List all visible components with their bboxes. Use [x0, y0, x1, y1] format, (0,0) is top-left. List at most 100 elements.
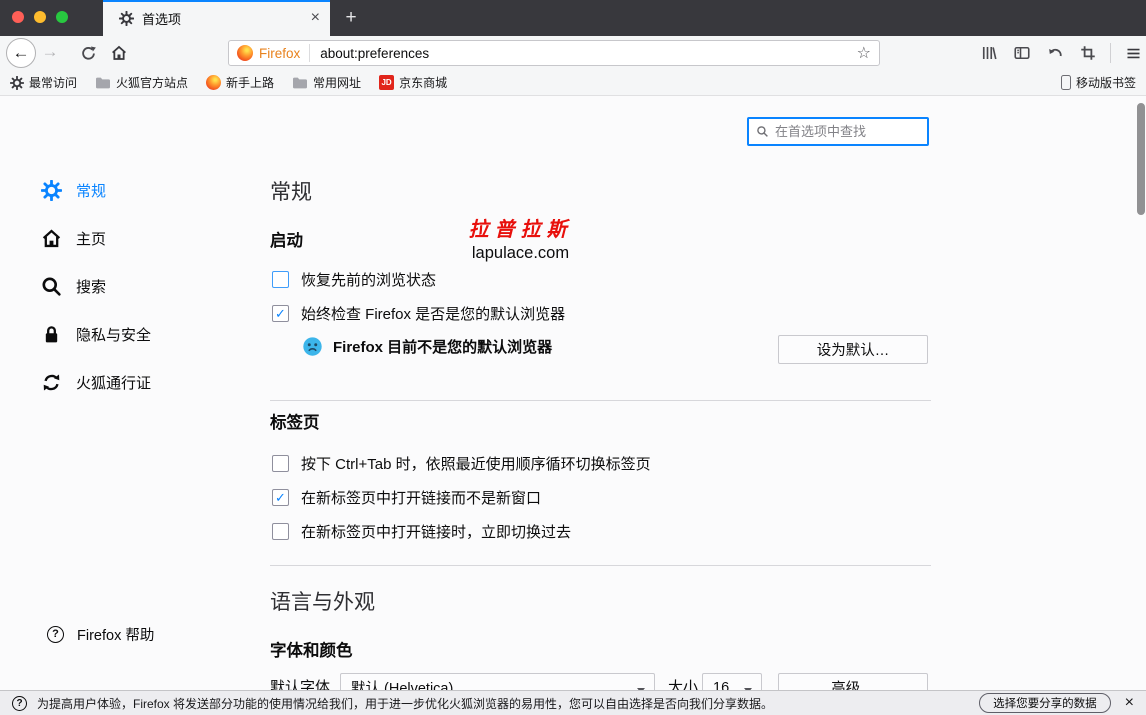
set-default-button[interactable]: 设为默认…: [778, 335, 928, 364]
watermark: 拉普拉斯 lapulace.com: [438, 213, 603, 263]
gear-icon: [10, 76, 24, 90]
screenshot-crop-icon[interactable]: [1077, 42, 1099, 64]
font-size-label: 大小: [668, 673, 698, 690]
checkbox-row-switch-to-new-tab[interactable]: 在新标签页中打开链接时，立即切换过去: [272, 521, 571, 541]
checkbox-row-open-links-in-tabs[interactable]: ✓ 在新标签页中打开链接而不是新窗口: [272, 487, 541, 507]
navigation-toolbar: ← → Firefox about:preferences ☆: [0, 36, 1146, 70]
new-tab-button[interactable]: +: [338, 6, 364, 30]
telemetry-notification-bar: ? 为提高用户体验，Firefox 将发送部分功能的使用情况给我们，用于进一步优…: [0, 690, 1146, 715]
phone-icon: [1061, 75, 1071, 90]
default-browser-text: Firefox 目前不是您的默认浏览器: [333, 336, 552, 357]
forward-button: →: [40, 42, 60, 62]
search-input[interactable]: [775, 124, 951, 139]
bookmark-label: 移动版书签: [1076, 74, 1136, 91]
checkbox-label: 始终检查 Firefox 是否是您的默认浏览器: [301, 303, 565, 324]
sync-icon: [40, 371, 62, 393]
checkbox-unchecked[interactable]: [272, 523, 289, 540]
checkbox-unchecked[interactable]: [272, 271, 289, 288]
bookmark-most-visited[interactable]: 最常访问: [10, 74, 77, 91]
choose-shared-data-button[interactable]: 选择您要分享的数据: [979, 693, 1111, 713]
sidebar-item-label: 搜索: [76, 276, 106, 297]
lock-icon: [40, 323, 62, 345]
browser-window: 首选项 × + ← → Firefox about:preferences: [0, 0, 1146, 715]
tab-close-icon[interactable]: ×: [311, 10, 320, 26]
toolbar-separator: [1110, 43, 1111, 63]
default-font-label: 默认字体: [270, 673, 330, 690]
firefox-logo-icon: [206, 75, 221, 90]
url-bar[interactable]: Firefox about:preferences ☆: [228, 40, 880, 66]
bookmark-label: 新手上路: [226, 74, 274, 91]
close-icon[interactable]: ×: [1125, 695, 1134, 711]
sidebar-item-firefox-account[interactable]: 火狐通行证: [40, 368, 151, 396]
sidebar-item-privacy-security[interactable]: 隐私与安全: [40, 320, 151, 348]
tab-bar: 首选项 × +: [0, 0, 1146, 36]
preferences-search[interactable]: [747, 117, 929, 146]
reload-icon[interactable]: [77, 42, 99, 64]
checkbox-label: 在新标签页中打开链接时，立即切换过去: [301, 521, 571, 542]
sidebar-item-label: 主页: [76, 228, 106, 249]
section-divider: [270, 565, 931, 566]
page-title: 常规: [270, 176, 312, 206]
home-icon: [40, 227, 62, 249]
macos-close-button[interactable]: [12, 11, 24, 23]
section-title-tabs: 标签页: [270, 409, 320, 433]
sidebar-item-firefox-help[interactable]: ? Firefox 帮助: [47, 620, 154, 648]
checkbox-unchecked[interactable]: [272, 455, 289, 472]
gear-icon: [119, 11, 134, 26]
watermark-url-text: lapulace.com: [438, 244, 603, 263]
folder-icon: [292, 76, 308, 90]
notification-text: 为提高用户体验，Firefox 将发送部分功能的使用情况给我们，用于进一步优化火…: [37, 695, 969, 712]
menu-hamburger-icon[interactable]: [1122, 42, 1144, 64]
tab-title: 首选项: [142, 9, 311, 28]
sidebar-item-label: 火狐通行证: [76, 372, 151, 393]
tab-preferences[interactable]: 首选项 ×: [103, 0, 330, 36]
bookmark-label: 最常访问: [29, 74, 77, 91]
sidebar-toggle-icon[interactable]: [1011, 42, 1033, 64]
default-font-select[interactable]: 默认 (Helvetica): [340, 673, 655, 690]
sidebar-item-home[interactable]: 主页: [40, 224, 106, 252]
bookmark-getting-started[interactable]: 新手上路: [206, 74, 274, 91]
bookmark-label: 火狐官方站点: [116, 74, 188, 91]
bookmark-label: 常用网址: [313, 74, 361, 91]
active-tab-indicator: [103, 0, 330, 2]
default-font-value: 默认 (Helvetica): [351, 677, 453, 690]
bookmark-star-icon[interactable]: ☆: [857, 43, 871, 63]
scrollbar-thumb[interactable]: [1137, 103, 1145, 215]
library-icon[interactable]: [978, 42, 1000, 64]
checkbox-label: 在新标签页中打开链接而不是新窗口: [301, 487, 541, 508]
sidebar-item-label: 隐私与安全: [76, 324, 151, 345]
search-icon: [756, 125, 769, 138]
checkbox-checked[interactable]: ✓: [272, 305, 289, 322]
firefox-logo-icon: [237, 45, 253, 61]
checkbox-row-ctrl-tab-cycle[interactable]: 按下 Ctrl+Tab 时，依照最近使用顺序循环切换标签页: [272, 453, 651, 473]
bookmark-folder-common-sites[interactable]: 常用网址: [292, 74, 361, 91]
sidebar-item-search[interactable]: 搜索: [40, 272, 106, 300]
search-icon: [40, 275, 62, 297]
checkbox-checked[interactable]: ✓: [272, 489, 289, 506]
back-button[interactable]: ←: [6, 38, 36, 68]
checkbox-label: 按下 Ctrl+Tab 时，依照最近使用顺序循环切换标签页: [301, 453, 651, 474]
bookmark-mobile-bookmarks[interactable]: 移动版书签: [1061, 74, 1136, 91]
fonts-advanced-button[interactable]: 高级…: [778, 673, 928, 690]
bookmark-folder-firefox-official[interactable]: 火狐官方站点: [95, 74, 188, 91]
checkbox-row-restore-session[interactable]: 恢复先前的浏览状态: [272, 269, 436, 289]
sad-face-icon: [302, 336, 323, 357]
macos-zoom-button[interactable]: [56, 11, 68, 23]
font-size-value: 16: [713, 680, 729, 691]
preferences-page: 常规 主页 搜索: [0, 96, 1146, 690]
url-text[interactable]: about:preferences: [320, 46, 856, 61]
font-size-select[interactable]: 16: [702, 673, 762, 690]
sidebar-item-label: Firefox 帮助: [77, 624, 154, 645]
home-icon[interactable]: [108, 42, 130, 64]
default-browser-notice: Firefox 目前不是您的默认浏览器: [302, 336, 552, 357]
watermark-cn-text: 拉普拉斯: [438, 213, 603, 242]
bookmark-jd-mall[interactable]: JD 京东商城: [379, 74, 447, 91]
macos-minimize-button[interactable]: [34, 11, 46, 23]
sidebar-item-general[interactable]: 常规: [40, 176, 106, 204]
section-title-startup: 启动: [270, 227, 303, 251]
undo-icon[interactable]: [1044, 42, 1066, 64]
checkbox-row-always-check-default[interactable]: ✓ 始终检查 Firefox 是否是您的默认浏览器: [272, 303, 565, 323]
bookmark-label: 京东商城: [399, 74, 447, 91]
folder-icon: [95, 76, 111, 90]
bookmarks-toolbar: 最常访问 火狐官方站点 新手上路 常用网址 JD 京东商城 移动版书签: [0, 70, 1146, 96]
